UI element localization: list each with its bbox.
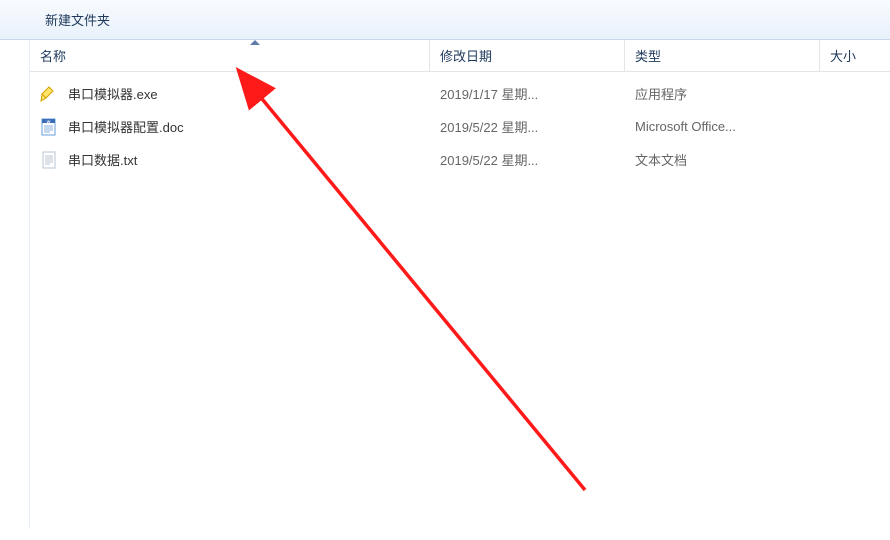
file-name: 串口数据.txt bbox=[68, 150, 137, 169]
column-header-row: 名称 修改日期 类型 大小 bbox=[30, 40, 890, 72]
column-label: 大小 bbox=[830, 46, 856, 65]
toolbar: 新建文件夹 bbox=[0, 0, 890, 40]
file-list: 串口模拟器.exe 2019/1/17 星期... 应用程序 W bbox=[30, 72, 890, 176]
file-date: 2019/1/17 星期... bbox=[440, 84, 538, 103]
column-header-name[interactable]: 名称 bbox=[30, 40, 430, 71]
txt-icon bbox=[40, 151, 58, 169]
file-type: 应用程序 bbox=[635, 84, 687, 103]
svg-text:W: W bbox=[47, 119, 51, 124]
file-type: Microsoft Office... bbox=[635, 119, 736, 134]
sort-arrow-icon bbox=[250, 40, 260, 45]
column-label: 名称 bbox=[40, 46, 66, 65]
column-header-size[interactable]: 大小 bbox=[820, 40, 890, 71]
breadcrumb[interactable]: 新建文件夹 bbox=[45, 10, 110, 29]
column-header-type[interactable]: 类型 bbox=[625, 40, 820, 71]
exe-icon bbox=[40, 85, 58, 103]
column-label: 修改日期 bbox=[440, 46, 492, 65]
doc-icon: W bbox=[40, 118, 58, 136]
column-label: 类型 bbox=[635, 46, 661, 65]
nav-sidebar[interactable] bbox=[0, 40, 30, 529]
file-list-panel: 名称 修改日期 类型 大小 bbox=[30, 40, 890, 529]
file-row[interactable]: 串口模拟器.exe 2019/1/17 星期... 应用程序 bbox=[30, 77, 890, 110]
main-area: 名称 修改日期 类型 大小 bbox=[0, 40, 890, 529]
file-name: 串口模拟器配置.doc bbox=[68, 117, 184, 136]
file-row[interactable]: 串口数据.txt 2019/5/22 星期... 文本文档 bbox=[30, 143, 890, 176]
file-row[interactable]: W 串口模拟器配置.doc 2019/5/22 星期... Microsoft … bbox=[30, 110, 890, 143]
file-type: 文本文档 bbox=[635, 150, 687, 169]
file-date: 2019/5/22 星期... bbox=[440, 117, 538, 136]
file-name: 串口模拟器.exe bbox=[68, 84, 158, 103]
column-header-date[interactable]: 修改日期 bbox=[430, 40, 625, 71]
file-date: 2019/5/22 星期... bbox=[440, 150, 538, 169]
